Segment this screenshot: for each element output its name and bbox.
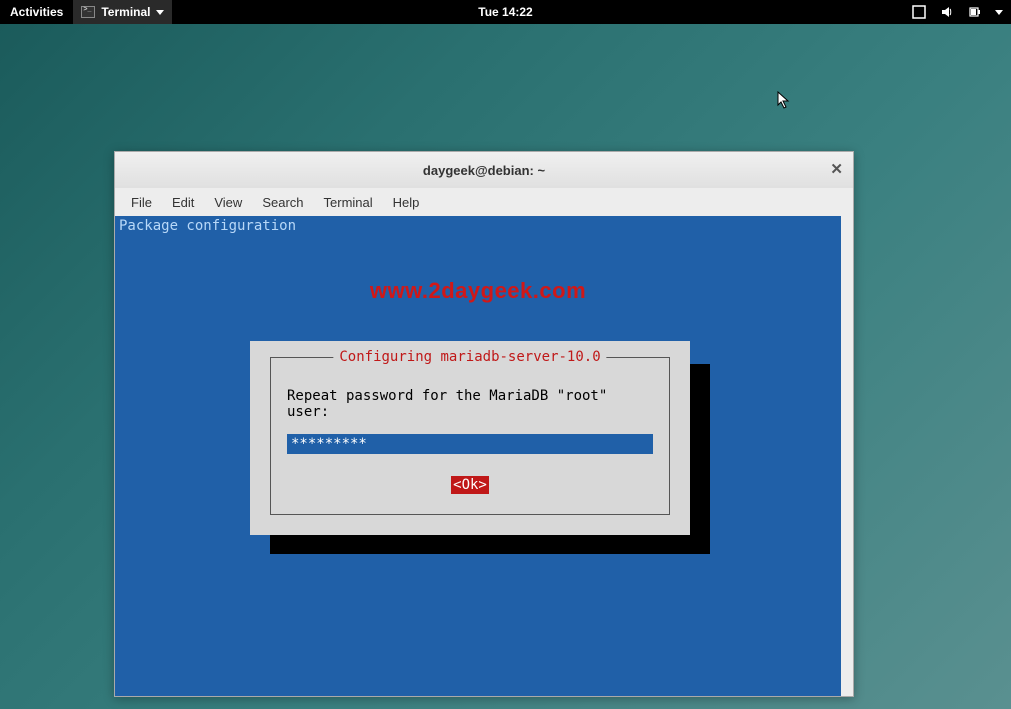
terminal-viewport[interactable]: Package configuration www.2daygeek.com C… (115, 216, 853, 696)
topbar-right (911, 4, 1003, 20)
chevron-down-icon (156, 10, 164, 15)
ok-button[interactable]: <Ok> (451, 476, 489, 494)
dialog-title-text: Configuring mariadb-server-10.0 (339, 349, 600, 365)
window-title: daygeek@debian: ~ (423, 163, 545, 178)
menu-help[interactable]: Help (385, 191, 428, 214)
app-name-label: Terminal (101, 5, 150, 19)
config-dialog: Configuring mariadb-server-10.0 Repeat p… (250, 341, 690, 535)
topbar-left: Activities Terminal (0, 0, 172, 24)
package-config-header: Package configuration (115, 216, 841, 236)
window-titlebar[interactable]: daygeek@debian: ~ ✕ (115, 152, 853, 188)
gnome-topbar: Activities Terminal Tue 14:22 (0, 0, 1011, 24)
cursor-icon (777, 91, 791, 111)
menu-edit[interactable]: Edit (164, 191, 202, 214)
close-icon[interactable]: ✕ (830, 160, 843, 178)
accessibility-icon[interactable] (911, 4, 927, 20)
menu-search[interactable]: Search (254, 191, 311, 214)
battery-icon[interactable] (967, 4, 983, 20)
dialog-prompt: Repeat password for the MariaDB "root" u… (287, 388, 653, 420)
terminal-window: daygeek@debian: ~ ✕ File Edit View Searc… (114, 151, 854, 697)
volume-icon[interactable] (939, 4, 955, 20)
clock[interactable]: Tue 14:22 (478, 5, 532, 19)
watermark-text: www.2daygeek.com (370, 278, 586, 304)
activities-button[interactable]: Activities (0, 5, 73, 19)
password-input[interactable]: ********* (287, 434, 653, 454)
dialog-title: Configuring mariadb-server-10.0 (333, 349, 606, 365)
menubar: File Edit View Search Terminal Help (115, 188, 853, 216)
menu-file[interactable]: File (123, 191, 160, 214)
app-menu[interactable]: Terminal (73, 0, 172, 24)
menu-view[interactable]: View (206, 191, 250, 214)
system-menu-chevron-icon[interactable] (995, 10, 1003, 15)
menu-terminal[interactable]: Terminal (316, 191, 381, 214)
dialog-frame: Configuring mariadb-server-10.0 Repeat p… (270, 357, 670, 515)
terminal-icon (81, 6, 95, 18)
